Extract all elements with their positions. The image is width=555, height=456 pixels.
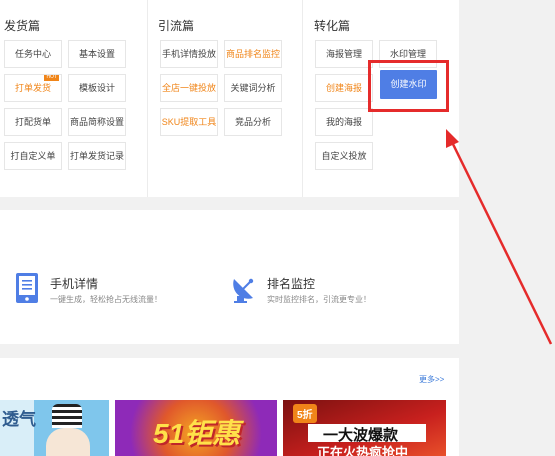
feature-rank-monitor[interactable]: 排名监控 实时监控排名，引流更专业！	[228, 274, 371, 309]
hot-badge: HOT	[44, 74, 59, 81]
mobile-detail-deploy-button[interactable]: 手机详情投放	[160, 40, 218, 68]
task-center-button[interactable]: 任务中心	[4, 40, 62, 68]
print-ship-button[interactable]: 打单发货 HOT	[4, 74, 62, 102]
feature-title: 手机详情	[50, 277, 99, 291]
store-one-click-deploy-button[interactable]: 全店一键投放	[160, 74, 218, 102]
feature-desc: 实时监控排名，引流更专业！	[267, 295, 371, 304]
features-panel: 手机详情 一键生成，轻松抢占无线流量！ 排名监控 实时监控排名，引流更专业！	[0, 210, 459, 344]
competitor-analysis-button[interactable]: 竞品分析	[224, 108, 282, 136]
banner-hot-sale[interactable]: 5折 一大波爆款 正在火热疯抢中	[283, 400, 446, 456]
template-design-button[interactable]: 模板设计	[68, 74, 126, 102]
banner-text: 透气	[2, 410, 36, 429]
banner-text: 51钜惠	[153, 418, 241, 449]
column-title-traffic: 引流篇	[158, 19, 195, 33]
poster-management-button[interactable]: 海报管理	[315, 40, 373, 68]
create-poster-button[interactable]: 创建海报	[315, 74, 373, 102]
banner-breathable[interactable]: 透气	[0, 400, 109, 456]
custom-deploy-button[interactable]: 自定义投放	[315, 142, 373, 170]
column-divider	[147, 0, 148, 197]
feature-desc: 一键生成，轻松抢占无线流量！	[50, 295, 162, 304]
product-abbr-settings-button[interactable]: 商品简称设置	[68, 108, 126, 136]
column-title-shipping: 发货篇	[4, 19, 41, 33]
feature-mobile-detail[interactable]: 手机详情 一键生成，轻松抢占无线流量！	[15, 272, 162, 309]
highlight-box	[368, 60, 449, 112]
feature-title: 排名监控	[267, 277, 316, 291]
print-ship-records-button[interactable]: 打单发货记录	[68, 142, 126, 170]
discount-badge: 5折	[293, 404, 317, 423]
keyword-analysis-button[interactable]: 关键词分析	[224, 74, 282, 102]
more-link[interactable]: 更多>>	[419, 374, 444, 385]
column-title-conversion: 转化篇	[314, 19, 351, 33]
column-divider	[302, 0, 303, 197]
mobile-icon	[16, 273, 38, 303]
print-ship-label: 打单发货	[14, 83, 51, 93]
print-picking-list-button[interactable]: 打配货单	[4, 108, 62, 136]
model-figure	[52, 404, 82, 428]
sku-extract-tool-button[interactable]: SKU提取工具	[160, 108, 218, 136]
my-posters-button[interactable]: 我的海报	[315, 108, 373, 136]
print-custom-order-button[interactable]: 打自定义单	[4, 142, 62, 170]
banner-line2: 正在火热疯抢中	[317, 445, 409, 456]
banner-51-sale[interactable]: 51钜惠	[115, 400, 277, 456]
basic-settings-button[interactable]: 基本设置	[68, 40, 126, 68]
rank-monitor-button[interactable]: 商品排名监控	[224, 40, 282, 68]
satellite-dish-icon	[233, 278, 254, 303]
